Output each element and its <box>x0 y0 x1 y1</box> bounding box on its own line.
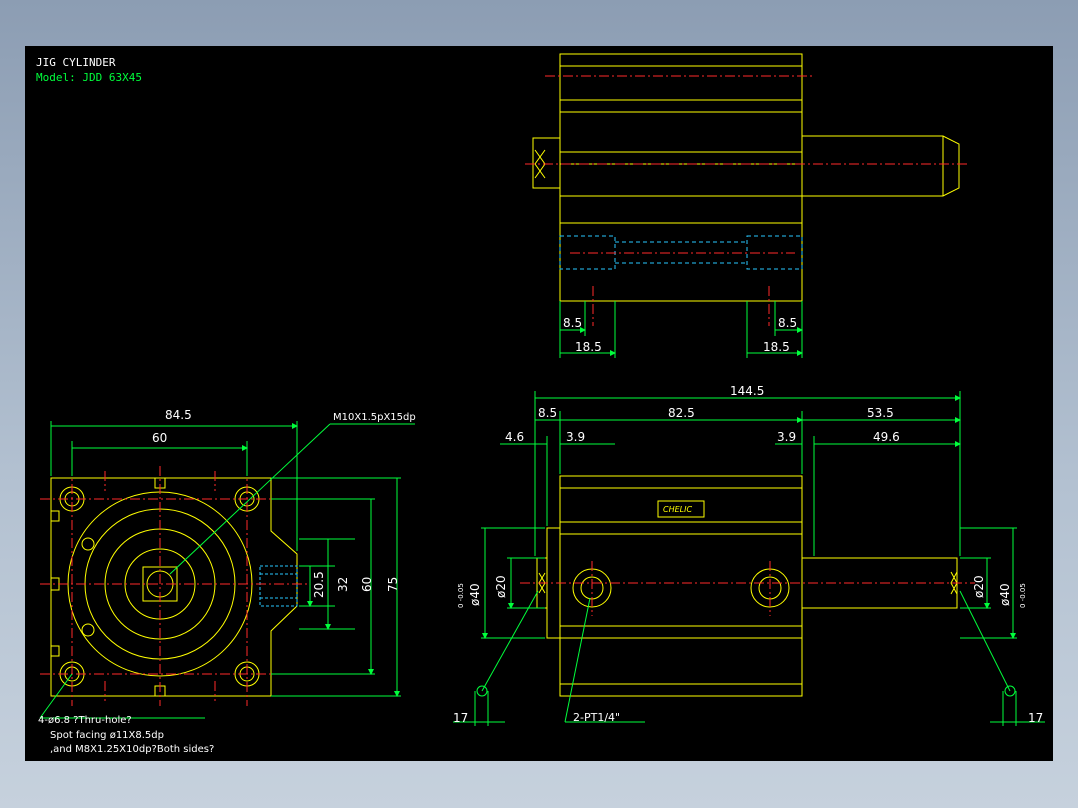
dim-top-right-big: 18.5 <box>763 340 790 354</box>
dim-side-b: 82.5 <box>668 406 695 420</box>
side-view-rod <box>802 557 958 609</box>
dim-front-bolt-spacing: 60 <box>152 431 167 445</box>
dim-side-g: 49.6 <box>873 430 900 444</box>
dim-side-a: 8.5 <box>538 406 557 420</box>
dim-side-dia-left: ø40 <box>468 583 482 606</box>
dim-front-height: 75 <box>386 577 400 592</box>
dim-front-width: 84.5 <box>165 408 192 422</box>
port-leader-bottom <box>564 597 591 723</box>
top-view-centerlines <box>525 75 970 326</box>
dim-side-dia-right-small: ø20 <box>972 575 986 598</box>
dim-front-d3: 60 <box>360 577 374 592</box>
top-view <box>532 53 960 302</box>
port-leader-left <box>481 590 539 692</box>
side-view-logo: CHELIC <box>663 505 692 514</box>
dim-side-f: 3.9 <box>777 430 796 444</box>
dim-side-left-port: 17 <box>453 711 468 725</box>
dim-side-right-port: 17 <box>1028 711 1043 725</box>
front-note-2: Spot facing ø11X8.5dp <box>50 730 164 741</box>
side-port-note: 2-PT1/4" <box>573 711 620 724</box>
dim-side-dia-left-tol: 0 -0.05 <box>457 583 465 608</box>
dim-side-dia-right-tol: 0 -0.05 <box>1019 583 1027 608</box>
dim-top-left-big: 18.5 <box>575 340 602 354</box>
front-note-1: 4-ø6.8 ?Thru-hole? <box>38 715 132 726</box>
dim-side-dia-right: ø40 <box>998 583 1012 606</box>
dim-front-d2: 32 <box>336 577 350 592</box>
dim-side-dia-left-small: ø20 <box>494 575 508 598</box>
dim-side-e: 3.9 <box>566 430 585 444</box>
dim-front-d1: 20.5 <box>312 571 326 598</box>
top-view-body <box>559 53 803 224</box>
dim-top-left-small: 8.5 <box>563 316 582 330</box>
front-view-dims <box>39 421 415 719</box>
front-view-centerlines <box>40 466 310 706</box>
front-callout: M10X1.5pX15dp <box>333 412 416 423</box>
top-view-rod <box>802 135 960 197</box>
drawing-viewport[interactable]: JIG CYLINDER Model: JDD 63X45 8.5 18.5 8… <box>25 46 1053 761</box>
front-view-port-hidden <box>259 565 298 607</box>
dim-side-overall: 144.5 <box>730 384 764 398</box>
dim-side-c: 53.5 <box>867 406 894 420</box>
front-note-3: ,and M8X1.25X10dp?Both sides? <box>50 744 214 755</box>
cad-drawing: 8.5 18.5 8.5 18.5 84.5 60 20.5 32 60 75 … <box>38 53 1045 755</box>
side-view <box>536 475 958 697</box>
top-view-lower-block <box>559 222 803 302</box>
dim-side-d: 4.6 <box>505 430 524 444</box>
dim-top-right-small: 8.5 <box>778 316 797 330</box>
